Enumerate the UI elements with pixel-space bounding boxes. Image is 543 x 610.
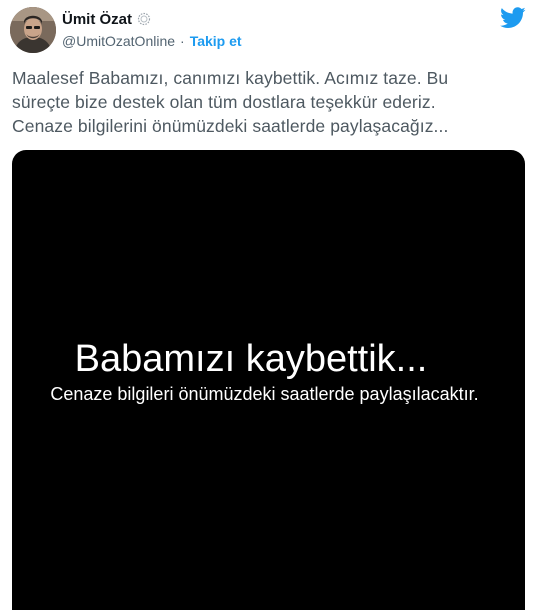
tweet-media-image[interactable]: Babamızı kaybettik... Cenaze bilgileri ö… (12, 150, 525, 610)
tweet-card: Ümit Özat @UmitOzatOnline · Takip et Maa… (0, 0, 543, 610)
follow-button[interactable]: Takip et (190, 33, 242, 49)
tweet-text-line-3: Cenaze bilgilerini önümüzdeki saatlerde … (12, 116, 449, 136)
verified-badge-icon (136, 11, 152, 27)
handle-row: @UmitOzatOnline · Takip et (62, 32, 242, 50)
author-name-row: Ümit Özat (62, 9, 152, 29)
tweet-text-line-2: süreçte bize destek olan tüm dostlara te… (12, 92, 436, 112)
tweet-text-line-1: Maalesef Babamızı, canımızı kaybettik. A… (12, 68, 449, 88)
media-subline: Cenaze bilgileri önümüzdeki saatlerde pa… (50, 384, 479, 404)
twitter-bird-icon[interactable] (500, 7, 526, 29)
author-handle[interactable]: @UmitOzatOnline (62, 33, 175, 49)
media-headline: Babamızı kaybettik... (74, 338, 428, 380)
avatar[interactable] (10, 7, 56, 53)
tweet-text: Maalesef Babamızı, canımızı kaybettik. A… (12, 66, 532, 138)
avatar-photo (10, 7, 56, 53)
separator-dot: · (180, 33, 185, 49)
author-name[interactable]: Ümit Özat (62, 11, 132, 28)
